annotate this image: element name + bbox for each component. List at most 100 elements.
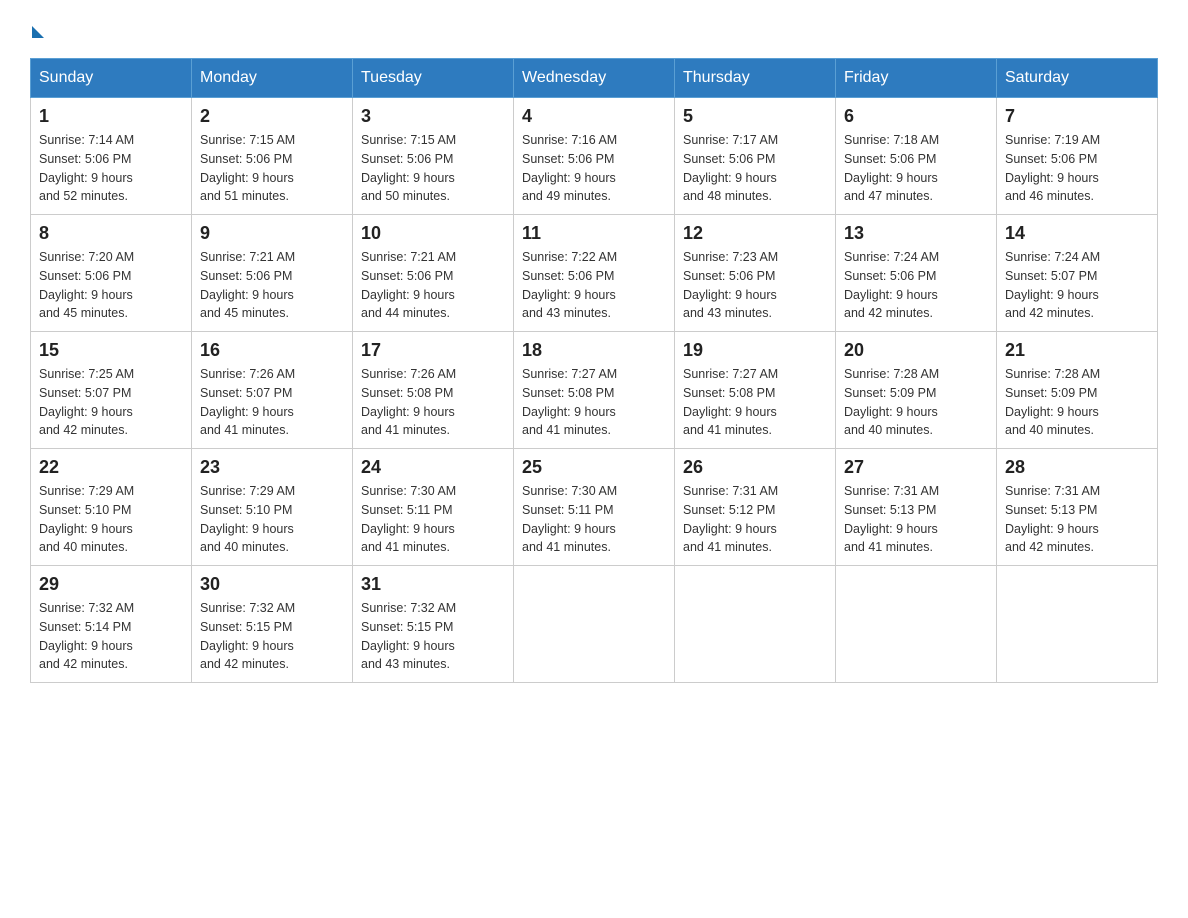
calendar-day-cell <box>514 566 675 683</box>
calendar-day-cell <box>836 566 997 683</box>
day-info: Sunrise: 7:30 AMSunset: 5:11 PMDaylight:… <box>361 482 505 557</box>
day-number: 8 <box>39 223 183 244</box>
day-number: 15 <box>39 340 183 361</box>
day-number: 25 <box>522 457 666 478</box>
day-info: Sunrise: 7:18 AMSunset: 5:06 PMDaylight:… <box>844 131 988 206</box>
calendar-day-cell: 19 Sunrise: 7:27 AMSunset: 5:08 PMDayligh… <box>675 332 836 449</box>
calendar-day-cell: 25 Sunrise: 7:30 AMSunset: 5:11 PMDayligh… <box>514 449 675 566</box>
calendar-day-cell: 11 Sunrise: 7:22 AMSunset: 5:06 PMDayligh… <box>514 215 675 332</box>
day-number: 21 <box>1005 340 1149 361</box>
day-info: Sunrise: 7:14 AMSunset: 5:06 PMDaylight:… <box>39 131 183 206</box>
weekday-header-cell: Thursday <box>675 59 836 98</box>
day-number: 30 <box>200 574 344 595</box>
calendar-day-cell <box>675 566 836 683</box>
weekday-header-cell: Tuesday <box>353 59 514 98</box>
day-info: Sunrise: 7:31 AMSunset: 5:13 PMDaylight:… <box>844 482 988 557</box>
calendar-day-cell: 12 Sunrise: 7:23 AMSunset: 5:06 PMDayligh… <box>675 215 836 332</box>
day-number: 22 <box>39 457 183 478</box>
day-number: 28 <box>1005 457 1149 478</box>
day-info: Sunrise: 7:17 AMSunset: 5:06 PMDaylight:… <box>683 131 827 206</box>
weekday-header-cell: Saturday <box>997 59 1158 98</box>
calendar-day-cell: 13Sunrise: 7:24 AMSunset: 5:06 PMDayligh… <box>836 215 997 332</box>
day-info: Sunrise: 7:32 AMSunset: 5:15 PMDaylight:… <box>361 599 505 674</box>
calendar-day-cell: 16 Sunrise: 7:26 AMSunset: 5:07 PMDayligh… <box>192 332 353 449</box>
day-info: Sunrise: 7:26 AMSunset: 5:08 PMDaylight:… <box>361 365 505 440</box>
weekday-header-cell: Friday <box>836 59 997 98</box>
day-info: Sunrise: 7:27 AMSunset: 5:08 PMDaylight:… <box>522 365 666 440</box>
calendar-week-row: 22 Sunrise: 7:29 AMSunset: 5:10 PMDayligh… <box>31 449 1158 566</box>
day-info: Sunrise: 7:19 AMSunset: 5:06 PMDaylight:… <box>1005 131 1149 206</box>
calendar-day-cell: 28 Sunrise: 7:31 AMSunset: 5:13 PMDayligh… <box>997 449 1158 566</box>
day-number: 31 <box>361 574 505 595</box>
calendar-week-row: 8 Sunrise: 7:20 AMSunset: 5:06 PMDaylight… <box>31 215 1158 332</box>
day-info: Sunrise: 7:27 AMSunset: 5:08 PMDaylight:… <box>683 365 827 440</box>
day-number: 3 <box>361 106 505 127</box>
calendar-day-cell: 27 Sunrise: 7:31 AMSunset: 5:13 PMDayligh… <box>836 449 997 566</box>
day-number: 16 <box>200 340 344 361</box>
calendar-day-cell: 6 Sunrise: 7:18 AMSunset: 5:06 PMDaylight… <box>836 98 997 215</box>
weekday-header-cell: Wednesday <box>514 59 675 98</box>
day-info: Sunrise: 7:28 AMSunset: 5:09 PMDaylight:… <box>1005 365 1149 440</box>
day-number: 19 <box>683 340 827 361</box>
day-number: 17 <box>361 340 505 361</box>
day-number: 18 <box>522 340 666 361</box>
day-number: 4 <box>522 106 666 127</box>
calendar-day-cell: 24 Sunrise: 7:30 AMSunset: 5:11 PMDayligh… <box>353 449 514 566</box>
weekday-header: SundayMondayTuesdayWednesdayThursdayFrid… <box>31 59 1158 98</box>
day-info: Sunrise: 7:25 AMSunset: 5:07 PMDaylight:… <box>39 365 183 440</box>
calendar-day-cell: 20 Sunrise: 7:28 AMSunset: 5:09 PMDayligh… <box>836 332 997 449</box>
day-number: 26 <box>683 457 827 478</box>
weekday-header-cell: Sunday <box>31 59 192 98</box>
day-info: Sunrise: 7:32 AMSunset: 5:14 PMDaylight:… <box>39 599 183 674</box>
day-info: Sunrise: 7:32 AMSunset: 5:15 PMDaylight:… <box>200 599 344 674</box>
calendar-day-cell: 29 Sunrise: 7:32 AMSunset: 5:14 PMDayligh… <box>31 566 192 683</box>
day-info: Sunrise: 7:24 AMSunset: 5:07 PMDaylight:… <box>1005 248 1149 323</box>
calendar-day-cell: 10 Sunrise: 7:21 AMSunset: 5:06 PMDayligh… <box>353 215 514 332</box>
weekday-header-cell: Monday <box>192 59 353 98</box>
calendar-day-cell: 26Sunrise: 7:31 AMSunset: 5:12 PMDayligh… <box>675 449 836 566</box>
day-number: 23 <box>200 457 344 478</box>
day-info: Sunrise: 7:31 AMSunset: 5:13 PMDaylight:… <box>1005 482 1149 557</box>
day-number: 12 <box>683 223 827 244</box>
day-number: 10 <box>361 223 505 244</box>
calendar-day-cell: 7 Sunrise: 7:19 AMSunset: 5:06 PMDaylight… <box>997 98 1158 215</box>
day-info: Sunrise: 7:24 AMSunset: 5:06 PMDaylight:… <box>844 248 988 323</box>
calendar-table: SundayMondayTuesdayWednesdayThursdayFrid… <box>30 58 1158 683</box>
calendar-day-cell: 17 Sunrise: 7:26 AMSunset: 5:08 PMDayligh… <box>353 332 514 449</box>
calendar-day-cell: 4 Sunrise: 7:16 AMSunset: 5:06 PMDaylight… <box>514 98 675 215</box>
day-number: 6 <box>844 106 988 127</box>
logo <box>30 30 44 38</box>
calendar-day-cell: 21 Sunrise: 7:28 AMSunset: 5:09 PMDayligh… <box>997 332 1158 449</box>
day-number: 24 <box>361 457 505 478</box>
day-info: Sunrise: 7:23 AMSunset: 5:06 PMDaylight:… <box>683 248 827 323</box>
day-info: Sunrise: 7:15 AMSunset: 5:06 PMDaylight:… <box>361 131 505 206</box>
calendar-day-cell: 1 Sunrise: 7:14 AMSunset: 5:06 PMDaylight… <box>31 98 192 215</box>
calendar-day-cell: 9 Sunrise: 7:21 AMSunset: 5:06 PMDaylight… <box>192 215 353 332</box>
day-number: 1 <box>39 106 183 127</box>
day-info: Sunrise: 7:28 AMSunset: 5:09 PMDaylight:… <box>844 365 988 440</box>
day-number: 29 <box>39 574 183 595</box>
day-info: Sunrise: 7:22 AMSunset: 5:06 PMDaylight:… <box>522 248 666 323</box>
day-info: Sunrise: 7:21 AMSunset: 5:06 PMDaylight:… <box>361 248 505 323</box>
day-number: 27 <box>844 457 988 478</box>
calendar-day-cell: 14 Sunrise: 7:24 AMSunset: 5:07 PMDayligh… <box>997 215 1158 332</box>
day-info: Sunrise: 7:29 AMSunset: 5:10 PMDaylight:… <box>200 482 344 557</box>
calendar-day-cell: 2Sunrise: 7:15 AMSunset: 5:06 PMDaylight… <box>192 98 353 215</box>
day-info: Sunrise: 7:30 AMSunset: 5:11 PMDaylight:… <box>522 482 666 557</box>
calendar-day-cell: 5 Sunrise: 7:17 AMSunset: 5:06 PMDaylight… <box>675 98 836 215</box>
day-number: 9 <box>200 223 344 244</box>
logo-arrow-icon <box>32 26 44 38</box>
day-info: Sunrise: 7:26 AMSunset: 5:07 PMDaylight:… <box>200 365 344 440</box>
day-info: Sunrise: 7:20 AMSunset: 5:06 PMDaylight:… <box>39 248 183 323</box>
day-number: 11 <box>522 223 666 244</box>
day-info: Sunrise: 7:15 AMSunset: 5:06 PMDaylight:… <box>200 131 344 206</box>
day-number: 7 <box>1005 106 1149 127</box>
calendar-day-cell: 3 Sunrise: 7:15 AMSunset: 5:06 PMDaylight… <box>353 98 514 215</box>
day-number: 14 <box>1005 223 1149 244</box>
day-number: 5 <box>683 106 827 127</box>
calendar-day-cell: 15 Sunrise: 7:25 AMSunset: 5:07 PMDayligh… <box>31 332 192 449</box>
day-info: Sunrise: 7:21 AMSunset: 5:06 PMDaylight:… <box>200 248 344 323</box>
day-number: 20 <box>844 340 988 361</box>
calendar-day-cell: 31 Sunrise: 7:32 AMSunset: 5:15 PMDayligh… <box>353 566 514 683</box>
day-info: Sunrise: 7:16 AMSunset: 5:06 PMDaylight:… <box>522 131 666 206</box>
